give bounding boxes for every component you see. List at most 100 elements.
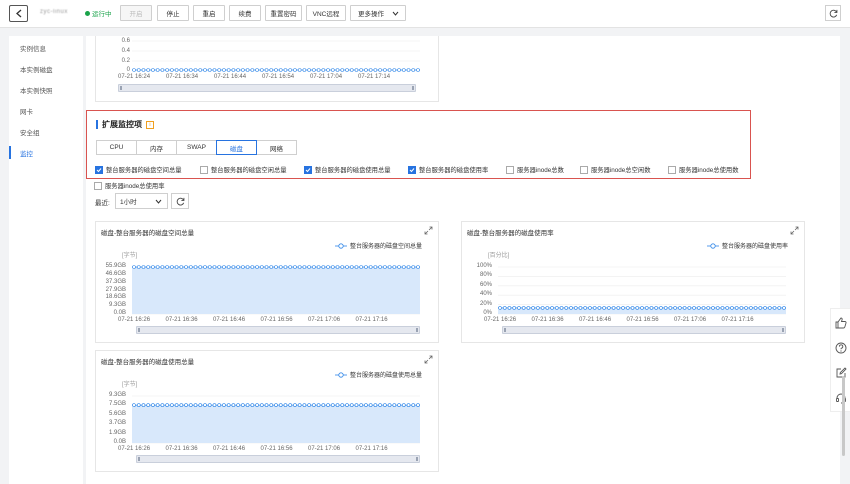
- more-actions-dropdown[interactable]: 更多操作: [350, 5, 406, 21]
- back-button[interactable]: [9, 5, 28, 22]
- data-point: [711, 306, 715, 310]
- data-point: [174, 403, 179, 407]
- expand-icon[interactable]: [424, 226, 433, 235]
- vnc-remote-button[interactable]: VNC远程: [306, 5, 346, 21]
- sidebar-item-nic[interactable]: 网卡: [9, 100, 83, 121]
- checkbox-disk-free-total[interactable]: 整台服务器的磁盘空闲总量: [200, 165, 287, 174]
- slider-handle-right[interactable]: [416, 457, 418, 461]
- data-point: [569, 306, 573, 310]
- data-point: [269, 403, 274, 407]
- data-point: [241, 68, 245, 72]
- data-point: [136, 403, 141, 407]
- sidebar-item-security-group[interactable]: 安全组: [9, 121, 83, 142]
- period-select[interactable]: 1小时: [115, 193, 168, 209]
- data-point: [607, 306, 611, 310]
- data-point: [397, 265, 401, 269]
- checkbox-inode-used[interactable]: 服务器inode总使用数: [668, 165, 739, 174]
- tab-swap[interactable]: SWAP: [176, 140, 217, 155]
- checkbox-checked-icon[interactable]: [95, 165, 103, 174]
- renew-button[interactable]: 续费: [229, 5, 261, 21]
- slider-handle-right[interactable]: [412, 86, 414, 90]
- data-point: [226, 403, 231, 407]
- data-point: [203, 265, 207, 269]
- restart-button[interactable]: 重启: [193, 5, 225, 21]
- data-point: [706, 306, 711, 310]
- tab-network[interactable]: 网络: [256, 140, 297, 155]
- data-point: [231, 265, 236, 269]
- chart-zoom-slider[interactable]: [502, 326, 786, 334]
- data-point: [288, 265, 292, 269]
- slider-handle-right[interactable]: [782, 328, 784, 332]
- checkbox-label: 服务器inode总空闲数: [591, 167, 651, 174]
- checkbox-unchecked-icon[interactable]: [94, 181, 102, 190]
- data-point: [222, 265, 226, 269]
- checkbox-inode-free[interactable]: 服务器inode总空闲数: [580, 165, 651, 174]
- checkbox-disk-usage-rate[interactable]: 整台服务器的磁盘使用率: [408, 165, 488, 174]
- data-point: [368, 265, 373, 269]
- info-icon[interactable]: i: [146, 120, 154, 129]
- checkbox-inode-usage-rate[interactable]: 服务器inode总使用率: [94, 181, 165, 190]
- checkbox-disk-space-total[interactable]: 整台服务器的磁盘空间总量: [95, 165, 182, 174]
- checkbox-disk-used-total[interactable]: 整台服务器的磁盘使用总量: [304, 165, 391, 174]
- tab-cpu[interactable]: CPU: [96, 140, 137, 155]
- sidebar-item-instance-info[interactable]: 实例信息: [9, 37, 83, 58]
- y-tick-label: 0%: [483, 310, 492, 316]
- checkbox-checked-icon[interactable]: [304, 165, 312, 174]
- data-point: [312, 403, 316, 407]
- sidebar-item-instance-disks[interactable]: 本实例磁盘: [9, 58, 83, 79]
- tab-memory[interactable]: 内存: [136, 140, 177, 155]
- checkbox-label: 服务器inode总使用数: [679, 167, 739, 174]
- sidebar-item-instance-snapshots[interactable]: 本实例快照: [9, 79, 83, 100]
- data-point: [331, 403, 335, 407]
- data-point: [278, 265, 283, 269]
- slider-handle-left[interactable]: [120, 86, 122, 90]
- slider-handle-left[interactable]: [504, 328, 506, 332]
- checkbox-unchecked-icon[interactable]: [506, 165, 514, 174]
- expand-icon[interactable]: [424, 355, 433, 364]
- x-tick-label: 07-21 17:16: [721, 317, 754, 323]
- data-point: [507, 306, 512, 310]
- data-point: [335, 265, 340, 269]
- data-point: [312, 265, 316, 269]
- data-point: [188, 403, 193, 407]
- data-point: [626, 306, 630, 310]
- data-point: [212, 68, 217, 72]
- chart-zoom-slider[interactable]: [118, 84, 416, 92]
- data-point: [203, 68, 207, 72]
- slider-handle-right[interactable]: [416, 328, 418, 332]
- page-scrollbar[interactable]: [841, 36, 846, 456]
- y-tick-label: 0.0B: [113, 310, 126, 316]
- data-point: [345, 68, 349, 72]
- tab-disk[interactable]: 磁盘: [216, 140, 257, 155]
- reset-password-button[interactable]: 重置密码: [265, 5, 302, 21]
- chart-zoom-slider[interactable]: [136, 326, 420, 334]
- slider-handle-left[interactable]: [138, 328, 140, 332]
- data-point: [521, 306, 526, 310]
- data-point: [649, 306, 654, 310]
- chart-zoom-slider[interactable]: [136, 455, 420, 463]
- checkbox-unchecked-icon[interactable]: [580, 165, 588, 174]
- data-point: [331, 68, 335, 72]
- expand-icon[interactable]: [790, 226, 799, 235]
- data-point: [536, 306, 540, 310]
- stop-button[interactable]: 停止: [157, 5, 189, 21]
- data-point: [401, 68, 406, 72]
- checkbox-checked-icon[interactable]: [408, 165, 416, 174]
- data-point: [392, 403, 397, 407]
- data-point: [288, 68, 292, 72]
- scrollbar-thumb[interactable]: [842, 376, 845, 456]
- y-tick-label: 80%: [479, 272, 492, 279]
- page-refresh-button[interactable]: [825, 5, 841, 21]
- start-button[interactable]: 开启: [120, 5, 152, 21]
- y-tick-label: 0.2: [121, 58, 130, 64]
- data-point: [406, 265, 411, 269]
- checkbox-unchecked-icon[interactable]: [200, 165, 208, 174]
- slider-handle-left[interactable]: [138, 457, 140, 461]
- checkbox-inode-total[interactable]: 服务器inode总数: [506, 165, 564, 174]
- checkbox-unchecked-icon[interactable]: [668, 165, 676, 174]
- data-point: [160, 265, 165, 269]
- data-point: [179, 265, 184, 269]
- data-point: [564, 306, 569, 310]
- sidebar-item-monitoring[interactable]: 监控: [9, 142, 83, 163]
- chart-refresh-button[interactable]: [171, 193, 189, 209]
